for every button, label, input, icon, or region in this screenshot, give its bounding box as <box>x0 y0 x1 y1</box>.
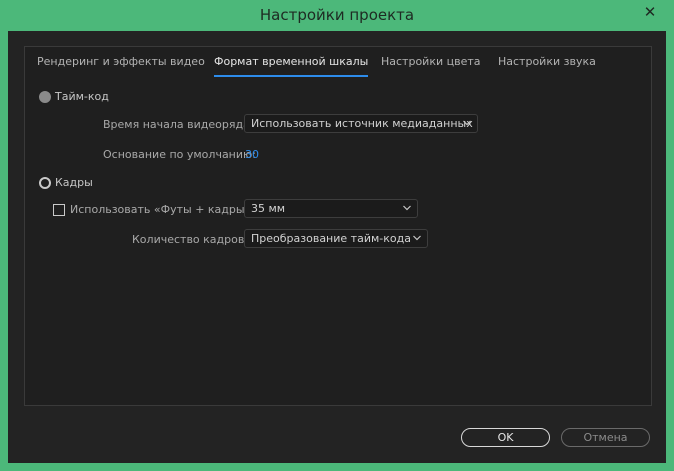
chevron-down-icon <box>403 205 411 211</box>
title-bar[interactable]: Настройки проекта ✕ <box>0 0 674 31</box>
project-settings-window: Настройки проекта ✕ Рендеринг и эффекты … <box>0 0 674 471</box>
close-button[interactable]: ✕ <box>633 2 667 22</box>
feet-frames-checkbox[interactable] <box>53 204 65 216</box>
close-icon: ✕ <box>643 3 657 21</box>
frames-radio-label: Кадры <box>55 176 93 189</box>
feet-frames-value: 35 мм <box>251 202 286 215</box>
tab-timeline-format[interactable]: Формат временной шкалы <box>214 55 369 77</box>
frames-radio[interactable] <box>39 177 51 189</box>
tab-audio-settings[interactable]: Настройки звука <box>498 55 596 73</box>
default-base-label: Основание по умолчанию: <box>103 148 256 161</box>
start-time-value: Использовать источник медиаданных <box>251 117 473 130</box>
cancel-button[interactable]: Отмена <box>561 428 650 447</box>
chevron-down-icon <box>463 120 471 126</box>
timecode-radio-label: Тайм-код <box>55 90 109 103</box>
start-time-label: Время начала видеоряда: <box>103 118 254 131</box>
frame-count-label: Количество кадров: <box>132 233 249 246</box>
timecode-radio[interactable] <box>39 91 51 103</box>
start-time-dropdown[interactable]: Использовать источник медиаданных <box>244 114 478 133</box>
dialog-body: Рендеринг и эффекты видео Формат временн… <box>8 31 666 463</box>
tab-color-settings[interactable]: Настройки цвета <box>381 55 481 73</box>
frame-count-value: Преобразование тайм-кода <box>251 232 411 245</box>
feet-frames-dropdown[interactable]: 35 мм <box>244 199 418 218</box>
feet-frames-label: Использовать «Футы + кадры»: <box>70 203 256 216</box>
settings-panel: Рендеринг и эффекты видео Формат временн… <box>24 46 652 406</box>
window-title: Настройки проекта <box>259 6 415 24</box>
default-base-value[interactable]: 30 <box>245 148 259 161</box>
chevron-down-icon <box>413 235 421 241</box>
tab-render-effects[interactable]: Рендеринг и эффекты видео <box>37 55 205 73</box>
ok-button[interactable]: OK <box>461 428 550 447</box>
frame-count-dropdown[interactable]: Преобразование тайм-кода <box>244 229 428 248</box>
